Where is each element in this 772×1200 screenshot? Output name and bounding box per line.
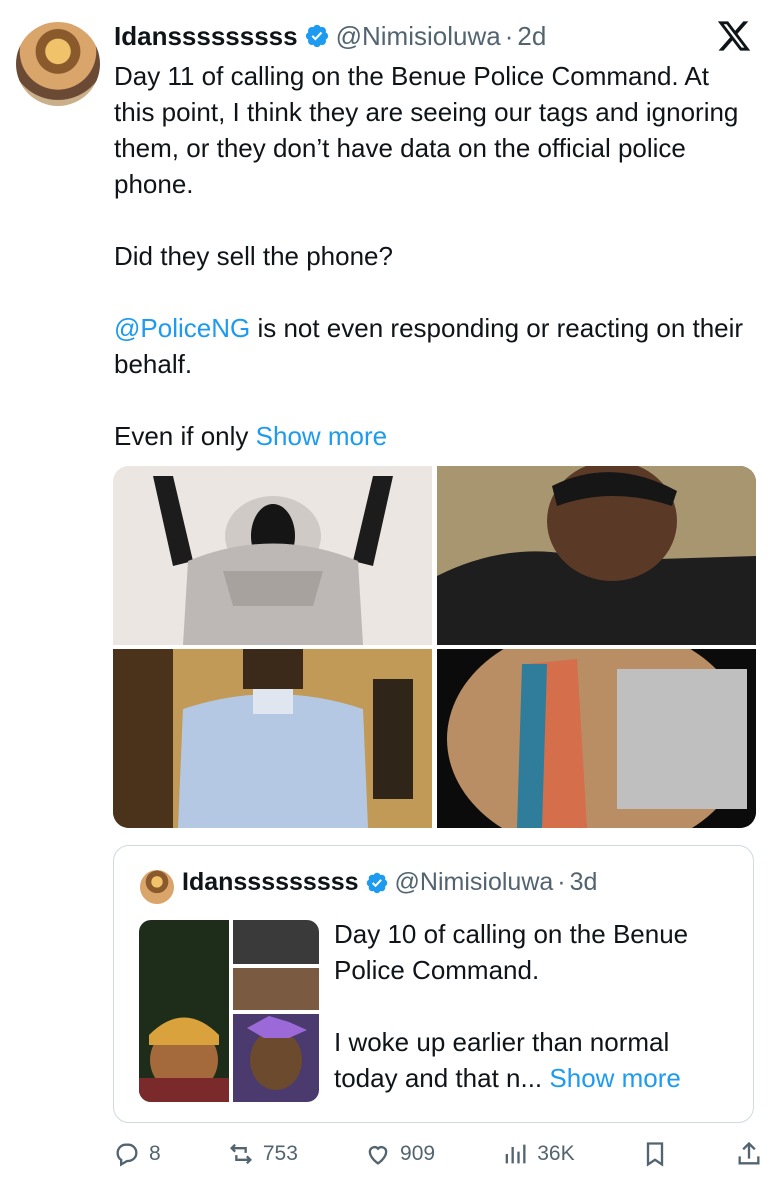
reply-count: 8 — [149, 1142, 161, 1165]
tweet-paragraph-3: @PoliceNG is not even responding or reac… — [114, 310, 754, 382]
views-button[interactable]: 36K — [501, 1140, 575, 1168]
tweet-paragraph-2: Did they sell the phone? — [114, 241, 393, 271]
collage-image — [139, 920, 319, 1102]
truncated-text: Even if only — [114, 421, 256, 451]
photo-woman-by-car — [437, 649, 756, 828]
tweet-time[interactable]: 2d — [517, 21, 546, 52]
tweet-paragraph-1: Day 11 of calling on the Benue Police Co… — [114, 61, 739, 199]
show-more-link[interactable]: Show more — [256, 421, 388, 451]
share-button[interactable] — [735, 1140, 763, 1168]
author-handle[interactable]: @Nimisioluwa — [336, 21, 501, 52]
views-icon — [505, 1144, 526, 1164]
views-count: 36K — [537, 1142, 575, 1165]
quoted-tweet-time[interactable]: 3d — [570, 868, 598, 897]
quoted-paragraph-2: I woke up earlier than normal today and … — [334, 1024, 734, 1096]
bookmark-icon — [646, 1142, 663, 1167]
like-icon — [368, 1146, 388, 1165]
illustration-figure — [113, 466, 432, 645]
repost-count: 753 — [262, 1142, 298, 1165]
quoted-paragraph-1: Day 10 of calling on the Benue Police Co… — [334, 919, 689, 985]
photo-man-smiling — [437, 466, 756, 645]
mention-link[interactable]: @PoliceNG — [114, 313, 250, 343]
quoted-tweet-text: Day 10 of calling on the Benue Police Co… — [334, 916, 734, 1096]
reply-icon — [116, 1143, 138, 1167]
media-image-4[interactable] — [437, 649, 756, 828]
quoted-author-name[interactable]: Idansssssssss — [182, 868, 359, 897]
quoted-media-collage[interactable] — [139, 920, 319, 1102]
action-bar: 8 753 909 36K — [113, 1136, 763, 1172]
verified-badge-icon — [305, 24, 328, 48]
tweet-header: Idansssssssss @Nimisioluwa · 2d — [114, 16, 546, 56]
quoted-author-avatar[interactable] — [140, 870, 174, 904]
repost-icon — [229, 1143, 252, 1165]
author-avatar[interactable] — [16, 22, 100, 106]
media-grid — [113, 466, 756, 828]
quoted-tweet[interactable]: Idansssssssss @Nimisioluwa · 3d Day 10 o… — [113, 845, 754, 1123]
reply-button[interactable]: 8 — [113, 1140, 161, 1168]
verified-badge-icon — [366, 872, 387, 893]
author-name[interactable]: Idansssssssss — [114, 21, 298, 52]
quoted-show-more-link[interactable]: Show more — [549, 1063, 681, 1093]
photo-man-white-shirt — [113, 649, 432, 828]
bookmark-button[interactable] — [641, 1140, 669, 1168]
quoted-author-handle[interactable]: @Nimisioluwa — [395, 868, 554, 897]
separator-dot: · — [557, 868, 566, 896]
tweet-text: Day 11 of calling on the Benue Police Co… — [114, 58, 754, 454]
quoted-tweet-header: Idansssssssss @Nimisioluwa · 3d — [182, 868, 597, 897]
share-icon — [738, 1141, 760, 1165]
repost-button[interactable]: 753 — [227, 1140, 298, 1168]
tweet-paragraph-4: Even if only Show more — [114, 418, 754, 454]
media-image-2[interactable] — [437, 466, 756, 645]
separator-dot: · — [504, 20, 514, 51]
like-count: 909 — [400, 1142, 436, 1165]
like-button[interactable]: 909 — [364, 1140, 435, 1168]
media-image-3[interactable] — [113, 649, 432, 828]
x-logo-icon[interactable] — [716, 18, 752, 54]
media-image-1[interactable] — [113, 466, 432, 645]
